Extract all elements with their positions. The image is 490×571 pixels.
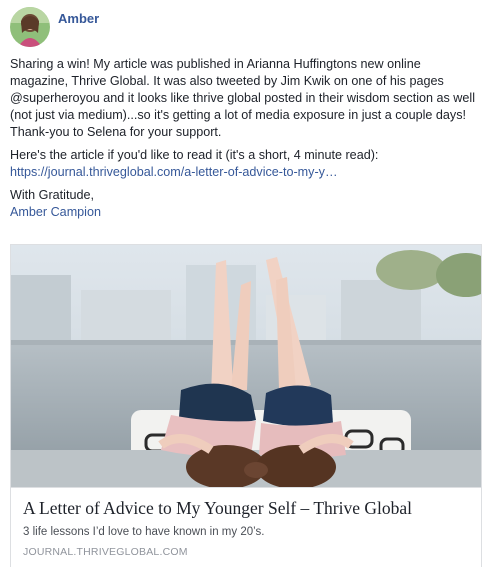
link-preview-meta: A Letter of Advice to My Younger Self – … xyxy=(11,487,481,567)
author-name-link[interactable]: Amber xyxy=(58,11,99,26)
post-header: Amber xyxy=(10,7,99,47)
author-avatar[interactable] xyxy=(10,7,50,47)
post-paragraph: Here's the article if you'd like to read… xyxy=(10,147,482,181)
post-signature: With Gratitude, Amber Campion xyxy=(10,187,482,221)
facebook-post: Amber Sharing a win! My article was publ… xyxy=(0,0,490,571)
card-title[interactable]: A Letter of Advice to My Younger Self – … xyxy=(23,498,469,519)
post-paragraph: Sharing a win! My article was published … xyxy=(10,57,475,139)
article-link[interactable]: https://journal.thriveglobal.com/a-lette… xyxy=(10,164,482,181)
post-paragraph-text: Here's the article if you'd like to read… xyxy=(10,148,379,162)
article-preview-image[interactable] xyxy=(11,245,481,487)
link-preview-card[interactable]: A Letter of Advice to My Younger Self – … xyxy=(10,244,482,567)
signature-name-link[interactable]: Amber Campion xyxy=(10,204,482,221)
post-body: Sharing a win! My article was published … xyxy=(10,56,482,221)
card-domain: JOURNAL.THRIVEGLOBAL.COM xyxy=(23,546,188,558)
closing-text: With Gratitude, xyxy=(10,188,94,202)
card-description: 3 life lessons I’d love to have known in… xyxy=(23,526,265,538)
